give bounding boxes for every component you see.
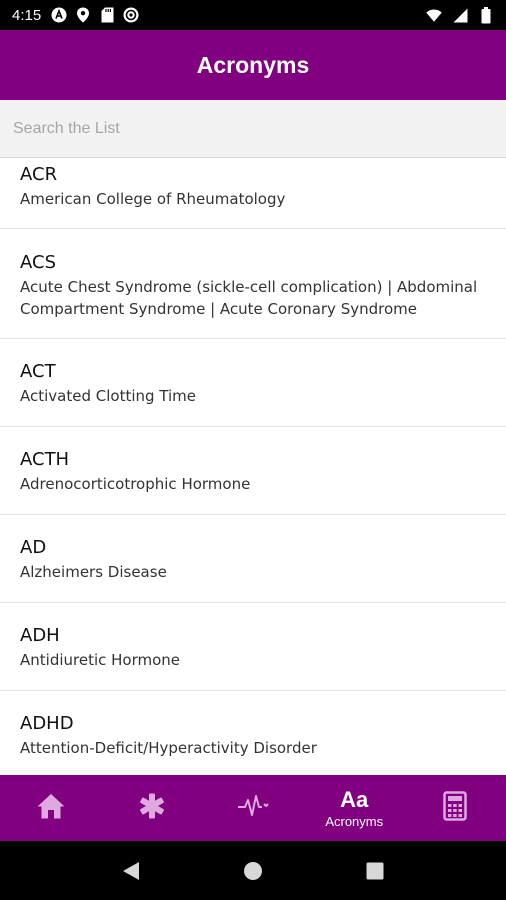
- acronym-meaning: Activated Clotting Time: [20, 387, 197, 405]
- wifi-icon: [426, 7, 442, 23]
- home-icon: [36, 791, 66, 825]
- heartbeat-icon: [237, 793, 269, 823]
- acronyms-icon: Aa: [340, 786, 369, 812]
- acronym-term: ACTH: [20, 449, 70, 470]
- calculator-icon: [443, 791, 468, 825]
- sd-card-icon: [99, 7, 115, 23]
- acronym-meaning: American College of Rheumatology: [20, 190, 286, 208]
- status-left: 4:15: [12, 7, 139, 24]
- page-title: Acronyms: [196, 51, 310, 78]
- location-icon: [75, 7, 91, 23]
- nav-acronyms-label: Acronyms: [325, 813, 384, 829]
- list-item[interactable]: AD Alzheimers Disease: [0, 515, 506, 603]
- app-header: Acronyms: [0, 30, 506, 100]
- medical-asterisk-icon: [138, 792, 166, 824]
- list-item[interactable]: ADHD Attention-Deficit/Hyperactivity Dis…: [0, 691, 506, 775]
- bottom-nav: Aa Acronyms: [0, 775, 506, 841]
- list-item[interactable]: ACR American College of Rheumatology: [0, 158, 506, 229]
- search-bar: [0, 100, 506, 158]
- acronym-term: AD: [20, 537, 47, 558]
- home-circle-icon[interactable]: [233, 851, 273, 891]
- acronym-term: ACT: [20, 361, 56, 382]
- list-item[interactable]: ACTH Adrenocorticotrophic Hormone: [0, 427, 506, 515]
- list-item[interactable]: ACS Acute Chest Syndrome (sickle-cell co…: [0, 229, 506, 339]
- acronym-meaning: Attention-Deficit/Hyperactivity Disorder: [20, 739, 317, 757]
- list-item[interactable]: ACT Activated Clotting Time: [0, 339, 506, 427]
- acronym-list[interactable]: ACR American College of Rheumatology ACS…: [0, 158, 506, 775]
- acronym-term: ADH: [20, 625, 60, 646]
- status-time: 4:15: [12, 6, 42, 24]
- acronym-meaning: Antidiuretic Hormone: [20, 651, 181, 669]
- acronym-term: ACS: [20, 252, 56, 273]
- acronym-term: ACR: [20, 164, 58, 185]
- status-bar: 4:15: [0, 0, 506, 30]
- nav-vitals[interactable]: [202, 775, 303, 841]
- status-right: [426, 6, 494, 23]
- list-item[interactable]: ADH Antidiuretic Hormone: [0, 603, 506, 691]
- acronym-meaning: Alzheimers Disease: [20, 563, 167, 581]
- a-badge-icon: [51, 7, 67, 23]
- battery-icon: [478, 6, 494, 23]
- back-icon[interactable]: [111, 851, 151, 891]
- at-sign-icon: [123, 7, 139, 23]
- acronym-meaning: Acute Chest Syndrome (sickle-cell compli…: [20, 278, 478, 318]
- notification-icons: [51, 7, 139, 23]
- nav-home[interactable]: [0, 775, 101, 841]
- search-input[interactable]: [0, 100, 506, 157]
- nav-medical[interactable]: [101, 775, 202, 841]
- cellular-icon: [452, 7, 468, 23]
- acronym-meaning: Adrenocorticotrophic Hormone: [20, 475, 251, 493]
- recents-icon[interactable]: [355, 851, 395, 891]
- system-nav-bar: [0, 841, 506, 900]
- nav-calculator[interactable]: [405, 775, 506, 841]
- acronym-term: ADHD: [20, 713, 74, 734]
- nav-acronyms[interactable]: Aa Acronyms: [304, 775, 405, 841]
